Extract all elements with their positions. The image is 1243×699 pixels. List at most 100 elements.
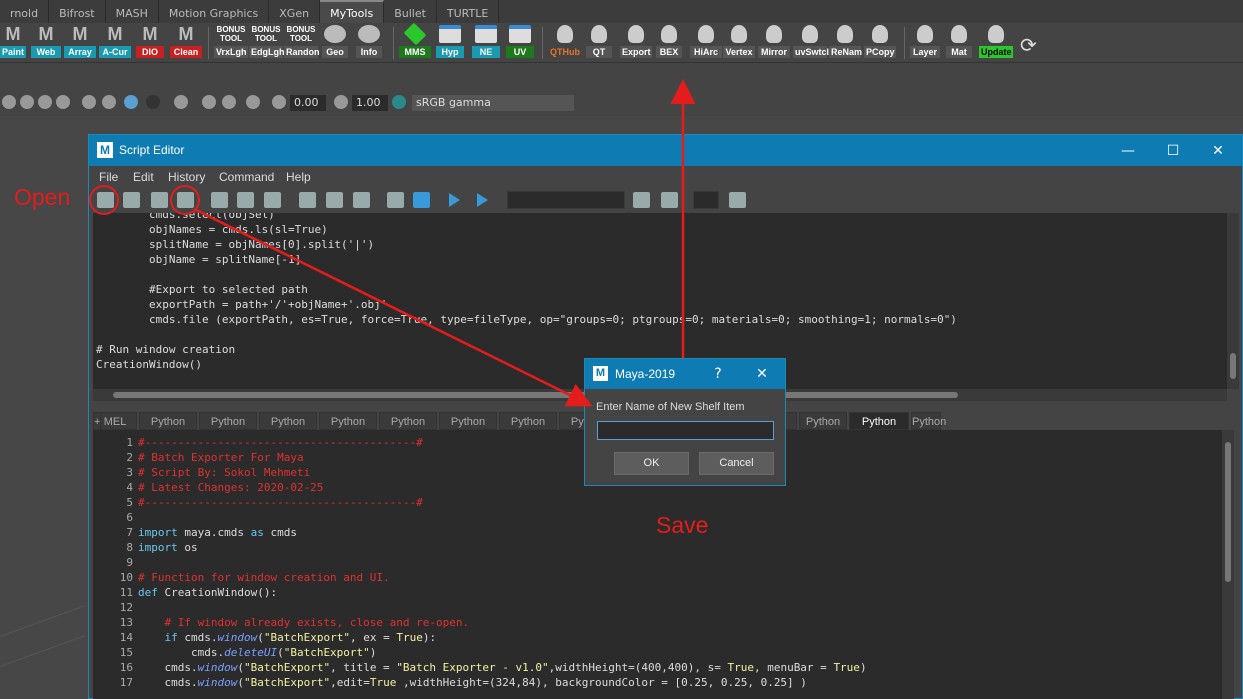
tab-python[interactable]: Python xyxy=(379,412,437,430)
show-input-icon[interactable] xyxy=(326,192,343,208)
menu-history[interactable]: History xyxy=(168,170,205,184)
menu-command[interactable]: Command xyxy=(219,170,274,184)
frame-icon[interactable] xyxy=(222,95,236,109)
shelf-button-mms[interactable]: MMS xyxy=(399,22,431,61)
shading-icon[interactable] xyxy=(102,95,116,109)
shelf-button-array[interactable]: M Array xyxy=(64,25,96,61)
shelf-tab-motion-graphics[interactable]: Motion Graphics xyxy=(159,0,270,23)
colorspace-dropdown[interactable]: sRGB gamma xyxy=(412,95,574,111)
shelf-tab-rnold[interactable]: rnold xyxy=(0,0,50,23)
search-field[interactable] xyxy=(507,191,625,209)
menu-help[interactable]: Help xyxy=(286,170,311,184)
gamma-icon[interactable] xyxy=(334,95,348,109)
shelf-button-vrxlgh[interactable]: BONUS TOOL VrxLgh xyxy=(214,25,248,61)
xray-icon[interactable] xyxy=(124,95,138,109)
exposure-icon[interactable] xyxy=(272,95,286,109)
clear-history-icon[interactable] xyxy=(211,192,228,208)
dialog-titlebar[interactable]: M Maya-2019 ? ✕ xyxy=(585,359,785,389)
maximize-button[interactable]: ☐ xyxy=(1158,141,1188,161)
shelf-tab-bifrost[interactable]: Bifrost xyxy=(49,0,106,23)
clear-input-icon[interactable] xyxy=(237,192,254,208)
shelf-button-dio[interactable]: M DIO xyxy=(136,25,164,61)
echo-all-icon[interactable] xyxy=(387,192,404,208)
shelf-button-hyp[interactable]: Hyp xyxy=(436,25,464,61)
shelf-item-name-input[interactable] xyxy=(597,421,774,440)
execute-selected-icon[interactable] xyxy=(477,193,488,207)
show-history-icon[interactable] xyxy=(299,192,316,208)
tab-python[interactable]: Python xyxy=(319,412,377,430)
shelf-button-update[interactable]: Update xyxy=(979,25,1013,61)
line-numbers-icon[interactable] xyxy=(413,192,430,208)
shelf-button-bex[interactable]: BEX xyxy=(656,25,682,61)
script-editor-titlebar[interactable]: M Script Editor — ☐ ✕ xyxy=(89,135,1242,166)
menu-edit[interactable]: Edit xyxy=(133,170,154,184)
cancel-button[interactable]: Cancel xyxy=(699,452,774,475)
dialog-close-button[interactable]: ✕ xyxy=(747,364,777,384)
shelf-button-renam[interactable]: ReNam xyxy=(829,25,862,61)
shelf-tab-turtle[interactable]: TURTLE xyxy=(437,0,500,23)
tab-python[interactable]: Python xyxy=(911,412,946,430)
open-script-icon[interactable] xyxy=(97,192,114,208)
shelf-button-edglgh[interactable]: BONUS TOOL EdgLgh xyxy=(249,25,285,61)
resolution-icon[interactable] xyxy=(246,95,260,109)
shelf-button-mirror[interactable]: Mirror xyxy=(758,25,790,61)
help-button[interactable]: ? xyxy=(703,364,733,384)
shelf-button-ne[interactable]: NE xyxy=(472,25,500,61)
source-script-icon[interactable] xyxy=(123,192,140,208)
shelf-button-info[interactable]: Info xyxy=(356,25,382,61)
shelf-tab-xgen[interactable]: XGen xyxy=(269,0,321,23)
shelf-button-pcopy[interactable]: PCopy xyxy=(864,25,896,61)
shelf-tab-mytools[interactable]: MyTools xyxy=(320,0,385,23)
shelf-button-a-cur[interactable]: M A-Cur xyxy=(99,25,131,61)
select-icon[interactable] xyxy=(174,95,188,109)
grid-icon[interactable] xyxy=(20,95,34,109)
execute-all-icon[interactable] xyxy=(449,193,460,207)
tab-python[interactable]: Python xyxy=(849,412,909,430)
shelf-button-hiarc[interactable]: HiArc xyxy=(690,25,722,61)
input-vertical-scrollbar[interactable] xyxy=(1222,430,1234,699)
shelf-button-clean[interactable]: M Clean xyxy=(170,25,202,61)
shelf-button-qthub[interactable]: QTHub xyxy=(548,25,582,61)
save-script-icon[interactable] xyxy=(151,192,168,208)
ok-button[interactable]: OK xyxy=(614,452,689,475)
shelf-button-web[interactable]: M Web xyxy=(31,25,61,61)
shelf-button-qt[interactable]: QT xyxy=(586,25,612,61)
minimize-button[interactable]: — xyxy=(1113,141,1143,161)
shelf-tab-bullet[interactable]: Bullet xyxy=(384,0,437,23)
refresh-icon[interactable]: ⟳ xyxy=(1020,33,1037,57)
save-to-shelf-icon[interactable] xyxy=(177,192,194,208)
menu-file[interactable]: File xyxy=(99,170,118,184)
goto-line-field[interactable] xyxy=(693,191,719,209)
tab-python[interactable]: Python xyxy=(139,412,197,430)
camera-icon[interactable] xyxy=(56,95,70,109)
shelf-button-randon[interactable]: BONUS TOOL Randon xyxy=(284,25,320,61)
tab-python[interactable]: Python xyxy=(499,412,557,430)
shelf-tab-mash[interactable]: MASH xyxy=(106,0,159,23)
shelf-button-export[interactable]: Export xyxy=(620,25,652,61)
shelf-button-mat[interactable]: Mat xyxy=(946,25,972,61)
shelf-button-uv[interactable]: UV xyxy=(506,25,534,61)
search-up-icon[interactable] xyxy=(661,192,678,208)
tab-python[interactable]: Python xyxy=(799,412,847,430)
add-tab-button[interactable]: + xyxy=(93,412,102,430)
tab-python[interactable]: Python xyxy=(439,412,497,430)
close-button[interactable]: ✕ xyxy=(1203,141,1233,161)
dark-icon[interactable] xyxy=(146,95,160,109)
search-down-icon[interactable] xyxy=(633,192,650,208)
gamma-field[interactable]: 1.00 xyxy=(352,95,388,111)
shelf-button-geo[interactable]: Geo xyxy=(322,25,348,61)
shelf-button-uvswtcl[interactable]: uvSwtcl xyxy=(793,25,829,61)
cube-icon[interactable] xyxy=(2,95,16,109)
exposure-field[interactable]: 0.00 xyxy=(290,95,326,111)
tab-python[interactable]: Python xyxy=(259,412,317,430)
clear-all-icon[interactable] xyxy=(264,192,281,208)
isolate-icon[interactable] xyxy=(202,95,216,109)
goto-line-icon[interactable] xyxy=(729,192,746,208)
tab-python[interactable]: Python xyxy=(199,412,257,430)
history-vertical-scrollbar[interactable] xyxy=(1227,213,1239,389)
shelf-button-paint[interactable]: M Paint xyxy=(0,25,26,61)
show-both-icon[interactable] xyxy=(353,192,370,208)
light-icon[interactable] xyxy=(38,95,52,109)
sphere-icon[interactable] xyxy=(82,95,96,109)
shelf-button-vertex[interactable]: Vertex xyxy=(723,25,755,61)
